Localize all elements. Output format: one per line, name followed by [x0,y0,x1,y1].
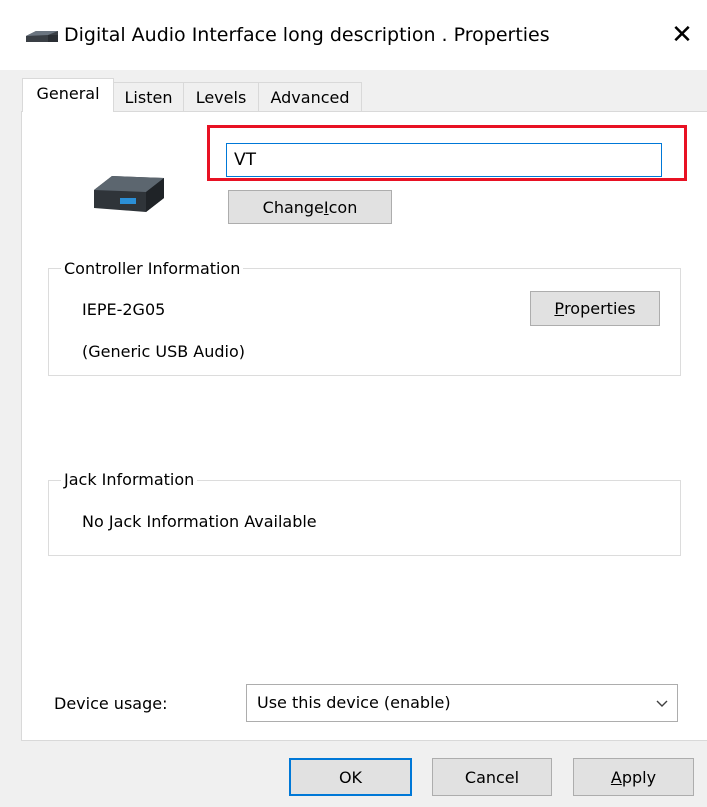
cancel-label: Cancel [464,767,520,787]
device-name-input[interactable] [226,143,662,177]
controller-info-legend: Controller Information [61,258,244,280]
device-usage-value: Use this device (enable) [257,693,451,712]
change-icon-label-rest: con [328,197,358,217]
title-bar[interactable]: Digital Audio Interface long description… [0,0,707,70]
window-title: Digital Audio Interface long description… [64,24,550,46]
ok-button[interactable]: OK [289,758,412,796]
controller-properties-button[interactable]: Properties [530,291,660,326]
controller-name: IEPE-2G05 [82,300,166,319]
speaker-device-icon [26,31,58,42]
tab-levels[interactable]: Levels [183,82,259,111]
tab-advanced-label: Advanced [270,88,350,107]
apply-label-rest: pply [621,767,657,787]
audio-device-icon [94,176,164,212]
tab-listen[interactable]: Listen [113,82,184,111]
tab-general[interactable]: General [22,78,114,112]
ok-label: OK [338,767,363,787]
apply-button[interactable]: Apply [573,758,694,796]
close-button[interactable]: ✕ [660,14,704,56]
properties-dialog: Digital Audio Interface long description… [0,0,707,807]
apply-accel: A [610,767,622,787]
device-usage-select[interactable]: Use this device (enable) [246,684,678,722]
tab-listen-label: Listen [124,88,173,107]
tab-levels-label: Levels [195,88,247,107]
change-icon-label-part: Change [262,197,324,217]
chevron-down-icon [656,700,668,707]
tab-general-label: General [36,84,100,103]
jack-info-text: No Jack Information Available [82,512,317,531]
cancel-button[interactable]: Cancel [432,758,552,796]
tab-advanced[interactable]: Advanced [258,82,362,111]
close-icon: ✕ [671,20,693,50]
device-usage-label: Device usage: [54,694,168,713]
change-icon-button[interactable]: Change Icon [228,190,392,224]
properties-label-rest: roperties [564,299,636,318]
properties-accel: P [554,299,565,318]
jack-info-legend: Jack Information [61,469,198,491]
controller-driver: (Generic USB Audio) [82,342,246,361]
